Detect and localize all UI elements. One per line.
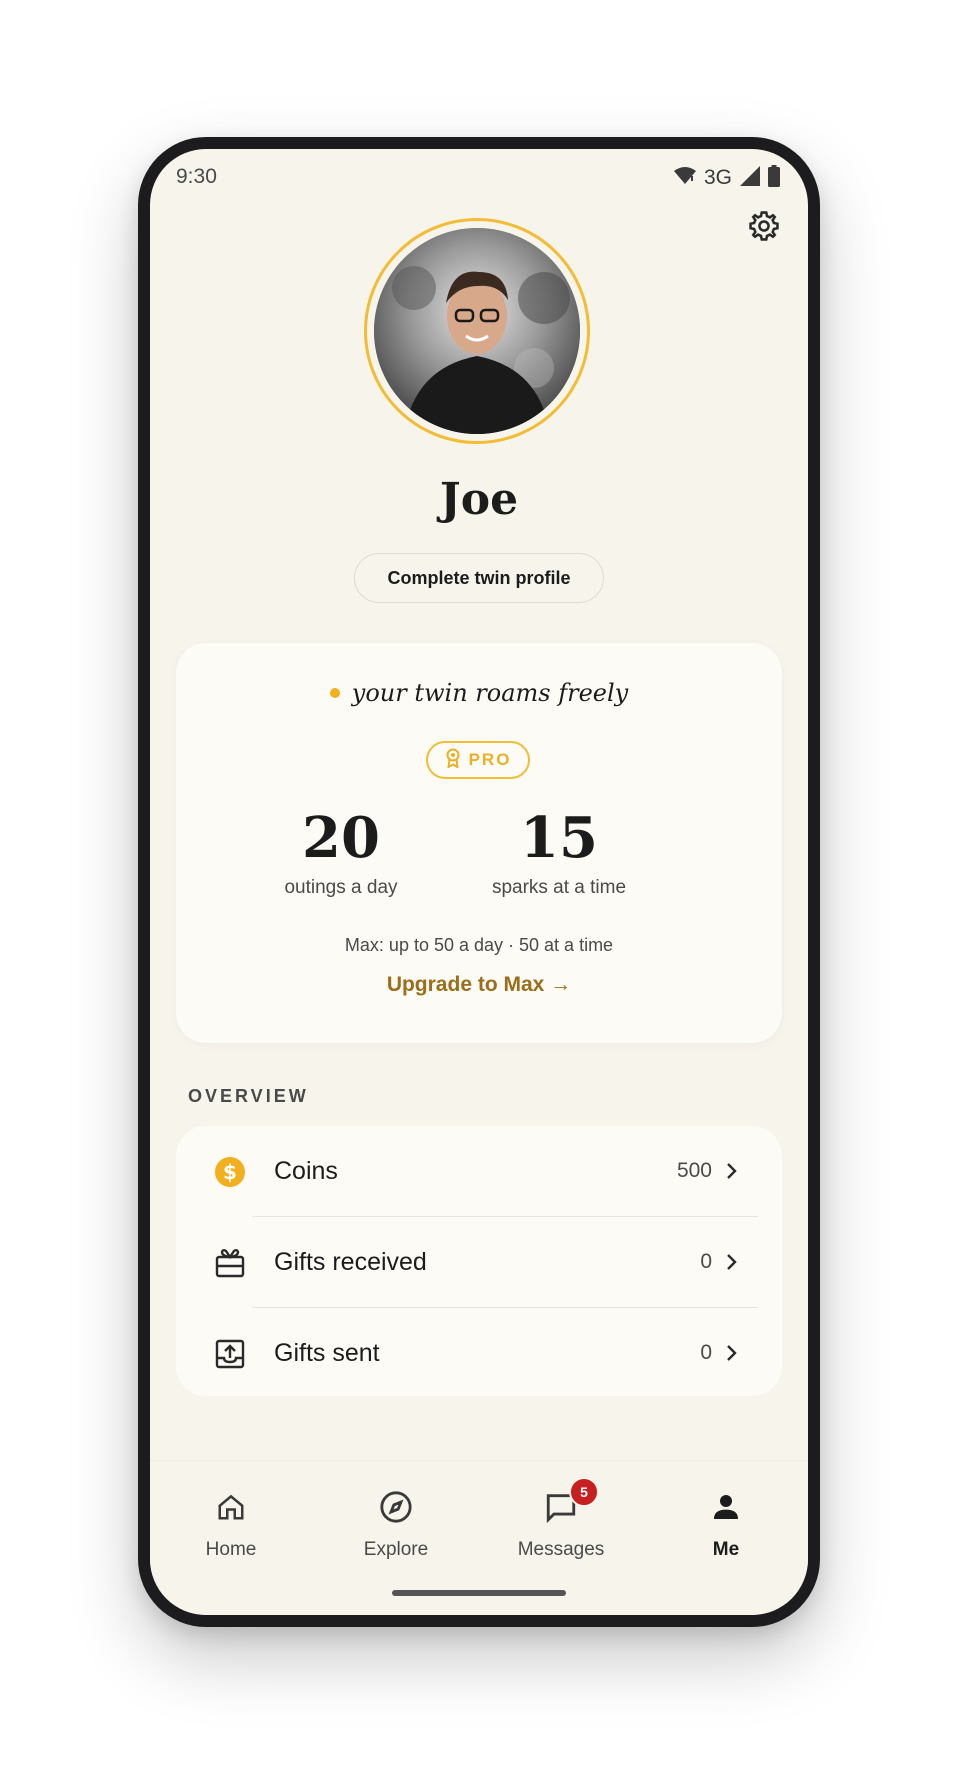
wifi-icon xyxy=(673,166,696,190)
chevron-right-icon xyxy=(724,1344,738,1362)
phone-frame: 9:30 3G Joe Complete twin profile your t… xyxy=(138,137,820,1627)
plan-tagline: your twin roams freely xyxy=(176,679,782,707)
chevron-right-icon xyxy=(724,1162,738,1180)
row-label: Coins xyxy=(274,1156,338,1185)
nav-item-home[interactable]: Home xyxy=(151,1475,311,1575)
plan-card: your twin roams freely PRO 20 outings a … xyxy=(176,643,782,1043)
row-value: 0 xyxy=(700,1250,712,1273)
upgrade-link[interactable]: Upgrade to Max → xyxy=(176,973,782,997)
list-item-gifts-sent[interactable]: Gifts sent 0 xyxy=(176,1308,782,1398)
stat-value: 15 xyxy=(520,805,598,871)
bottom-nav: Home Explore 5 Messages Me xyxy=(150,1460,808,1615)
home-indicator[interactable] xyxy=(392,1590,566,1596)
signal-icon xyxy=(740,165,760,191)
status-icons: 3G xyxy=(673,164,780,192)
upload-icon xyxy=(214,1338,246,1370)
home-icon xyxy=(211,1487,251,1527)
chevron-right-icon xyxy=(724,1253,738,1271)
stat-outings: 20 outings a day xyxy=(231,805,451,899)
badge-label: PRO xyxy=(468,750,512,769)
status-bar: 9:30 3G xyxy=(150,149,808,209)
gear-icon xyxy=(747,209,781,248)
unread-badge: 5 xyxy=(569,1477,599,1507)
profile-name: Joe xyxy=(439,474,519,525)
stat-label: outings a day xyxy=(284,877,398,898)
row-value: 0 xyxy=(700,1341,712,1364)
nav-label: Messages xyxy=(517,1539,605,1560)
avatar-ring[interactable] xyxy=(364,218,590,444)
nav-label: Explore xyxy=(363,1539,429,1560)
row-label: Gifts sent xyxy=(274,1338,380,1367)
settings-button[interactable] xyxy=(744,208,784,248)
stat-label: sparks at a time xyxy=(491,877,627,898)
nav-label: Me xyxy=(712,1539,740,1560)
pro-badge: PRO xyxy=(426,741,530,779)
tagline-text: your twin roams freely xyxy=(351,679,629,707)
chat-icon: 5 xyxy=(541,1477,599,1527)
gift-icon xyxy=(214,1247,246,1279)
avatar xyxy=(374,228,580,434)
max-plan-note: Max: up to 50 a day · 50 at a time xyxy=(344,935,614,955)
stat-value: 20 xyxy=(302,805,380,871)
coin-icon: $ xyxy=(214,1156,246,1188)
status-dot-icon xyxy=(329,688,340,698)
list-item-coins[interactable]: $ Coins 500 xyxy=(176,1126,782,1216)
overview-title: OVERVIEW xyxy=(188,1086,309,1106)
row-label: Gifts received xyxy=(274,1247,427,1276)
battery-icon xyxy=(768,164,780,192)
nav-item-messages[interactable]: 5 Messages xyxy=(481,1475,641,1575)
network-type: 3G xyxy=(703,166,732,189)
upgrade-label[interactable]: Upgrade to Max → xyxy=(387,973,571,996)
complete-profile-button[interactable]: Complete twin profile xyxy=(354,553,604,603)
nav-label: Home xyxy=(205,1539,257,1560)
list-item-gifts-received[interactable]: Gifts received 0 xyxy=(176,1217,782,1307)
overview-card: $ Coins 500 Gifts received 0 Gifts sent … xyxy=(176,1126,782,1396)
stat-sparks: 15 sparks at a time xyxy=(449,805,669,899)
nav-item-me[interactable]: Me xyxy=(646,1475,806,1575)
svg-text:$: $ xyxy=(223,1160,237,1184)
nav-item-explore[interactable]: Explore xyxy=(316,1475,476,1575)
compass-icon xyxy=(376,1487,416,1527)
status-time: 9:30 xyxy=(176,165,217,188)
award-icon xyxy=(445,748,461,773)
row-value: 500 xyxy=(676,1159,712,1182)
person-icon xyxy=(706,1487,746,1527)
screen: 9:30 3G Joe Complete twin profile your t… xyxy=(150,149,808,1615)
